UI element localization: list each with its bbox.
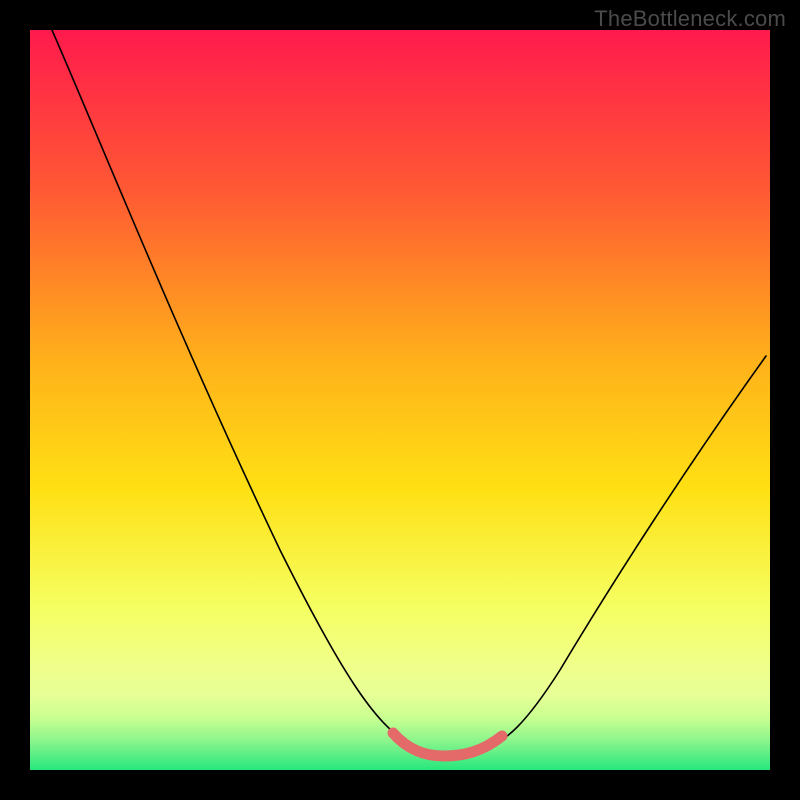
watermark-text: TheBottleneck.com xyxy=(594,6,786,32)
plot-svg xyxy=(30,30,770,770)
bottleneck-plot xyxy=(30,30,770,770)
gradient-backdrop xyxy=(30,30,770,770)
chart-frame: TheBottleneck.com xyxy=(0,0,800,800)
